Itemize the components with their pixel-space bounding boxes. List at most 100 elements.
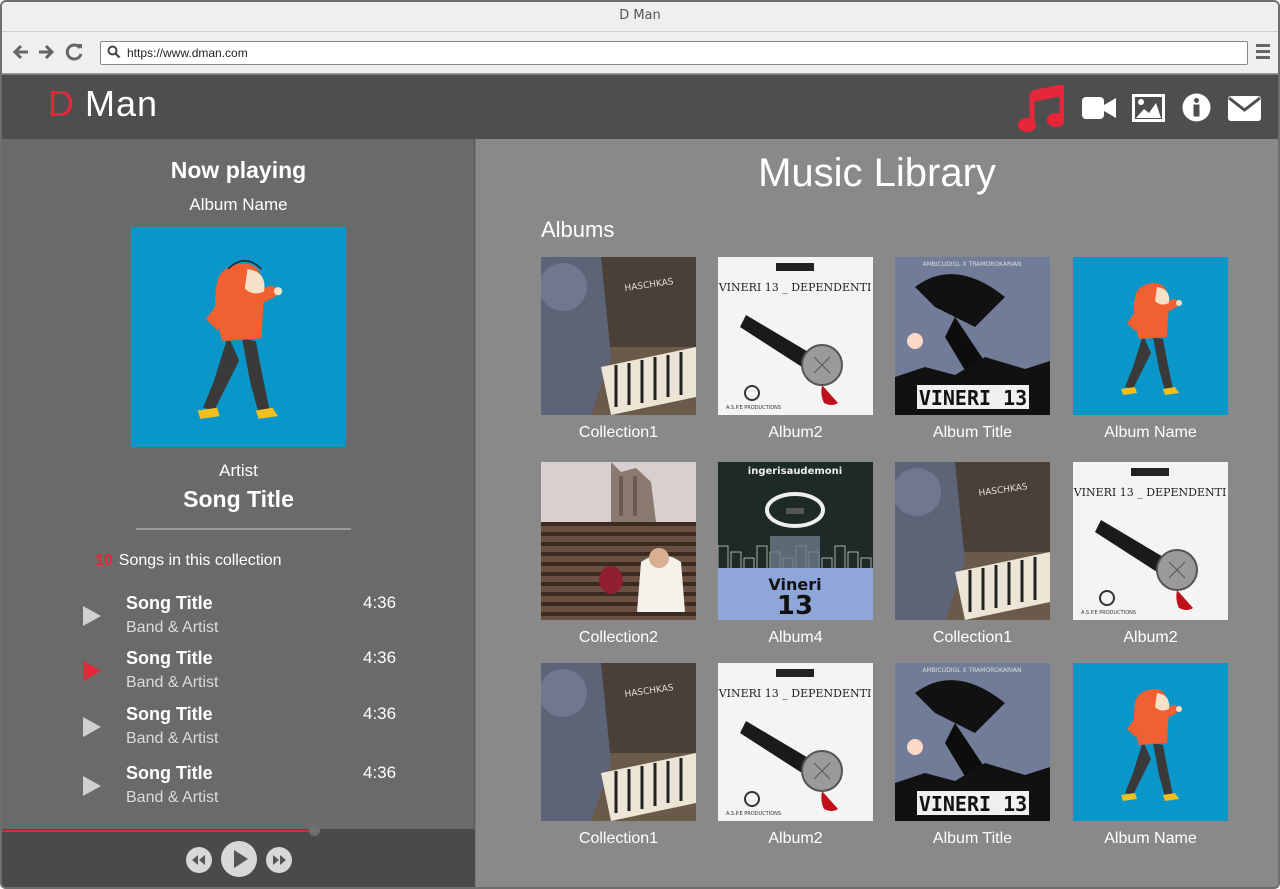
svg-text:13: 13 (777, 591, 813, 620)
songs-count-line: 10 Songs in this collection (95, 552, 282, 570)
album-name[interactable]: Album Name (1073, 830, 1228, 848)
svg-text:VINERI 13 _ DEPENDENTI: VINERI 13 _ DEPENDENTI (718, 687, 871, 700)
album-name[interactable]: Album2 (718, 424, 873, 442)
forward-arrow-icon[interactable] (35, 41, 57, 63)
album-name[interactable]: Album Title (895, 424, 1050, 442)
album-name[interactable]: Collection1 (541, 424, 696, 442)
track-artist: Band & Artist (126, 730, 219, 747)
album-name[interactable]: Collection1 (541, 830, 696, 848)
play-icon[interactable] (82, 716, 102, 738)
track-row[interactable]: Song Title Band & Artist 4:36 (2, 593, 475, 641)
album-card[interactable]: VINERI 13 _ DEPENDENTI A.S.P.E PRODUCTION… (718, 257, 878, 457)
play-icon[interactable] (82, 660, 102, 682)
track-title: Song Title (126, 593, 213, 613)
play-icon (234, 850, 248, 868)
music-icon[interactable] (1018, 85, 1064, 133)
progress-fill (2, 830, 315, 832)
songs-count: 10 (95, 552, 113, 569)
track-title: Song Title (126, 704, 213, 724)
info-icon[interactable] (1182, 93, 1211, 122)
reload-icon[interactable] (64, 41, 86, 63)
now-playing-panel: Now playing Album Name Artist Song Title (2, 139, 475, 887)
album-card[interactable]: AMBICUDIGL X TRAMOROKARIAN VINERI 13 Album… (895, 663, 1055, 863)
now-playing-cover (131, 227, 346, 447)
track-row[interactable]: Song Title Band & Artist 4:36 (2, 704, 475, 752)
svg-text:VINERI 13 _ DEPENDENTI: VINERI 13 _ DEPENDENTI (718, 281, 871, 294)
window-title: D Man (2, 2, 1278, 32)
album-cover[interactable]: ingerisaudemoni Vineri 13 (718, 462, 873, 620)
album-cover[interactable]: HASCHKAS (541, 663, 696, 821)
hoodie-illustration (131, 227, 346, 447)
fast-forward-icon (273, 855, 286, 865)
track-artist: Band & Artist (126, 674, 219, 691)
album-card[interactable]: Album Name (1073, 663, 1233, 863)
album-name[interactable]: Collection2 (541, 629, 696, 647)
album-card[interactable]: VINERI 13 _ DEPENDENTI A.S.P.E PRODUCTION… (718, 663, 878, 863)
svg-text:A.S.P.E PRODUCTIONS: A.S.P.E PRODUCTIONS (1081, 610, 1136, 616)
album-card[interactable]: AMBICUDIGL X TRAMOROKARIAN VINERI 13 Album… (895, 257, 1055, 457)
album-name[interactable]: Album2 (718, 830, 873, 848)
track-row[interactable]: Song Title Band & Artist 4:36 (2, 648, 475, 696)
play-button[interactable] (221, 841, 257, 877)
library-title: Music Library (758, 151, 996, 195)
album-name[interactable]: Album Title (895, 830, 1050, 848)
app-header: D Man (2, 75, 1278, 139)
mail-icon[interactable] (1228, 96, 1261, 121)
album-cover[interactable]: HASCHKAS (541, 257, 696, 415)
play-icon[interactable] (82, 775, 102, 797)
album-cover[interactable] (1073, 257, 1228, 415)
album-name[interactable]: Album Name (1073, 424, 1228, 442)
track-duration: 4:36 (363, 648, 397, 667)
album-cover[interactable] (1073, 663, 1228, 821)
now-playing-song-title: Song Title (183, 486, 294, 512)
album-cover[interactable]: VINERI 13 _ DEPENDENTI A.S.P.E PRODUCTION… (718, 257, 873, 415)
now-playing-album: Album Name (189, 195, 288, 214)
album-cover[interactable] (541, 462, 696, 620)
fast-forward-button[interactable] (266, 847, 292, 873)
album-card[interactable]: ingerisaudemoni Vineri 13 Album4 (718, 462, 878, 662)
divider (136, 528, 351, 530)
url-text: https://www.dman.com (127, 46, 248, 60)
svg-text:AMBICUDIGL X TRAMOROKARIAN: AMBICUDIGL X TRAMOROKARIAN (922, 261, 1021, 268)
logo-letter: D (48, 83, 75, 124)
track-artist: Band & Artist (126, 789, 219, 806)
album-cover[interactable]: VINERI 13 _ DEPENDENTI A.S.P.E PRODUCTION… (718, 663, 873, 821)
svg-text:VINERI 13 _ DEPENDENTI: VINERI 13 _ DEPENDENTI (1073, 486, 1226, 499)
album-name[interactable]: Collection1 (895, 629, 1050, 647)
logo-text: Man (85, 83, 159, 124)
video-icon[interactable] (1082, 95, 1116, 121)
now-playing-heading: Now playing (170, 157, 307, 183)
progress-bar[interactable] (2, 825, 475, 836)
address-bar: https://www.dman.com (2, 32, 1278, 74)
album-cover[interactable]: AMBICUDIGL X TRAMOROKARIAN VINERI 13 (895, 257, 1050, 415)
album-card[interactable]: Collection2 (541, 462, 701, 662)
menu-icon[interactable] (1256, 44, 1270, 60)
album-cover[interactable]: VINERI 13 _ DEPENDENTI A.S.P.E PRODUCTION… (1073, 462, 1228, 620)
logo[interactable]: D Man (48, 83, 158, 125)
track-duration: 4:36 (363, 704, 397, 723)
track-artist: Band & Artist (126, 619, 219, 636)
progress-handle[interactable] (309, 825, 321, 836)
album-card[interactable]: HASCHKAS Collection1 (541, 663, 701, 863)
back-arrow-icon[interactable] (10, 41, 32, 63)
player-controls (2, 825, 475, 887)
album-card[interactable]: VINERI 13 _ DEPENDENTI A.S.P.E PRODUCTION… (1073, 462, 1233, 662)
music-library: Music Library Albums HASCHKAS Collection1… (476, 139, 1278, 887)
album-card[interactable]: HASCHKAS Collection1 (895, 462, 1055, 662)
album-name[interactable]: Album2 (1073, 629, 1228, 647)
play-icon[interactable] (82, 605, 102, 627)
svg-text:VINERI 13: VINERI 13 (919, 792, 1027, 816)
songs-count-label: Songs in this collection (118, 552, 282, 569)
album-cover[interactable]: HASCHKAS (895, 462, 1050, 620)
track-title: Song Title (126, 763, 213, 783)
image-icon[interactable] (1132, 94, 1165, 122)
url-input[interactable]: https://www.dman.com (100, 41, 1248, 65)
rewind-button[interactable] (186, 847, 212, 873)
album-card[interactable]: HASCHKAS Collection1 (541, 257, 701, 457)
album-name[interactable]: Album4 (718, 629, 873, 647)
track-row[interactable]: Song Title Band & Artist 4:36 (2, 763, 475, 811)
track-title: Song Title (126, 648, 213, 668)
album-card[interactable]: Album Name (1073, 257, 1233, 457)
album-cover[interactable]: AMBICUDIGL X TRAMOROKARIAN VINERI 13 (895, 663, 1050, 821)
svg-text:A.S.P.E PRODUCTIONS: A.S.P.E PRODUCTIONS (726, 405, 781, 411)
